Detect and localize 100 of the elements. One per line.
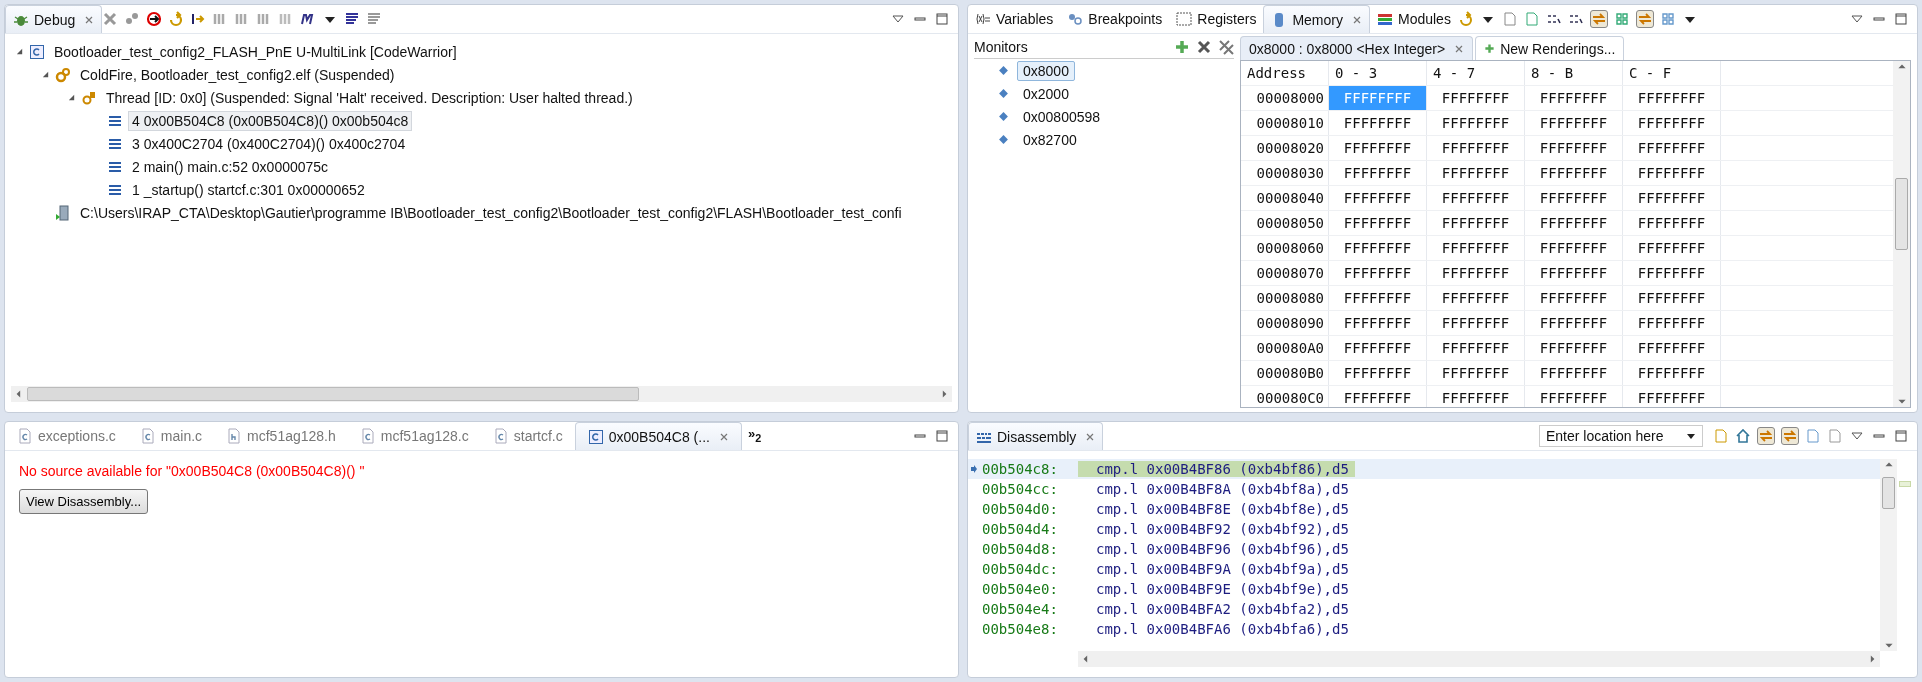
view-tab[interactable]: Memory [1263,5,1370,33]
memory-cell[interactable]: FFFFFFFF [1623,211,1721,235]
memory-cell[interactable]: FFFFFFFF [1623,361,1721,385]
memory-cell[interactable]: FFFFFFFF [1427,111,1525,135]
debug-tab[interactable]: Debug [5,5,103,33]
instruction-step-icon[interactable] [344,11,361,27]
column-header[interactable]: 4 - 7 [1427,61,1525,85]
memory-cell[interactable]: FFFFFFFF [1329,111,1427,135]
view-tab[interactable]: Breakpoints [1060,5,1170,33]
memory-cell[interactable]: FFFFFFFF [1329,361,1427,385]
columns-icon[interactable] [1613,11,1630,27]
monitor-item[interactable]: 0x00800598 [1017,106,1107,127]
swap-icon[interactable] [1635,10,1654,28]
remove-icon[interactable] [1196,39,1212,55]
memory-cell[interactable]: FFFFFFFF [1525,86,1623,110]
dropdown-caret-icon[interactable] [1686,431,1696,441]
address-cell[interactable]: 000080B0 [1241,361,1329,385]
memory-cell[interactable]: FFFFFFFF [1329,286,1427,310]
column-header[interactable]: 0 - 3 [1329,61,1427,85]
tree-item[interactable]: Thread [ID: 0x0] (Suspended: Signal 'Halt' received. Description: User halted thread.) [102,87,637,108]
editor-tab[interactable]: main.c [127,422,215,450]
disassembly-line[interactable]: 00b504d4: cmp.l 0x00B4BF92 (0xb4bf92),d5 [968,519,1880,539]
memory-cell[interactable]: FFFFFFFF [1623,286,1721,310]
monitor-item[interactable]: 0x2000 [1017,83,1075,104]
editor-tab[interactable]: mcf51ag128.h [214,422,348,450]
scroll-thumb[interactable] [1895,178,1908,250]
editor-tab[interactable]: startcf.c [480,422,575,450]
scroll-thumb[interactable] [27,387,639,401]
maximize-icon[interactable] [934,428,950,444]
memory-cell[interactable]: FFFFFFFF [1623,161,1721,185]
memory-cell[interactable]: FFFFFFFF [1525,161,1623,185]
memory-cell[interactable]: FFFFFFFF [1427,311,1525,335]
disassembly-line[interactable]: 00b504d8: cmp.l 0x00B4BF96 (0xb4bf96),d5 [968,539,1880,559]
close-icon[interactable] [1454,43,1465,54]
address-cell[interactable]: 00008030 [1241,161,1329,185]
memory-cell[interactable]: FFFFFFFF [1329,311,1427,335]
tree-item[interactable]: 3 0x400C2704 (0x400C2704)() 0x400c2704 [128,133,410,154]
expand-arrow-icon[interactable] [15,47,24,56]
column-header[interactable]: 8 - B [1525,61,1623,85]
step-icon[interactable] [190,11,207,27]
memory-cell[interactable]: FFFFFFFF [1525,236,1623,260]
layout-icon[interactable] [1659,11,1676,27]
disassembly-line[interactable]: 00b504e4: cmp.l 0x00B4BFA2 (0xb4bfa2),d5 [968,599,1880,619]
memory-cell[interactable]: FFFFFFFF [1427,136,1525,160]
memory-cell[interactable]: FFFFFFFF [1525,361,1623,385]
rendering-tab[interactable]: New Renderings... [1475,36,1625,60]
memory-cell[interactable]: FFFFFFFF [1427,186,1525,210]
monitor-item[interactable]: 0x82700 [1017,129,1083,150]
disassembly-tab[interactable]: Disassembly [968,422,1104,450]
memory-cell[interactable]: FFFFFFFF [1623,186,1721,210]
view-tab[interactable]: Variables [968,5,1061,33]
maximize-icon[interactable] [1893,428,1909,444]
column-header[interactable]: C - F [1623,61,1721,85]
editor-tab[interactable]: 0x00B504C8 (... [574,422,742,450]
memory-cell[interactable]: FFFFFFFF [1427,286,1525,310]
memory-cell[interactable]: FFFFFFFF [1623,111,1721,135]
address-cell[interactable]: 000080A0 [1241,336,1329,360]
memory-cell[interactable]: FFFFFFFF [1427,386,1525,407]
address-cell[interactable]: 00008090 [1241,311,1329,335]
close-icon[interactable] [84,14,95,25]
memory-cell[interactable]: FFFFFFFF [1623,261,1721,285]
memory-cell[interactable]: FFFFFFFF [1427,161,1525,185]
memory-cell[interactable]: FFFFFFFF [1525,286,1623,310]
address-cell[interactable]: 00008020 [1241,136,1329,160]
tree-item[interactable]: C:\Users\IRAP_CTA\Desktop\Gautier\programme IB\Bootloader_test_config2\Bootloader_test_config2\FLASH\Bootloader_test_confi [76,202,906,223]
disassembly-line[interactable]: 00b504d0: cmp.l 0x00B4BF8E (0xb4bf8e),d5 [968,499,1880,519]
tree-item[interactable]: Bootloader_test_config2_FLASH_PnE U-MultiLink [CodeWarrior] [50,41,461,62]
close-icon[interactable] [1351,14,1362,25]
add-icon[interactable] [1174,39,1190,55]
vertical-scrollbar[interactable] [1880,459,1897,651]
close-icon[interactable] [1085,431,1096,442]
vertical-scrollbar[interactable] [1893,61,1910,407]
stop-icon[interactable] [146,11,163,27]
memory-cell[interactable]: FFFFFFFF [1623,86,1721,110]
rendering-tab[interactable]: 0x8000 : 0x8000 <Hex Integer> [1240,36,1474,60]
memory-cell[interactable]: FFFFFFFF [1329,161,1427,185]
memory-cell[interactable]: FFFFFFFF [1329,336,1427,360]
memory-cell[interactable]: FFFFFFFF [1329,211,1427,235]
tree-item[interactable]: ColdFire, Bootloader_test_config2.elf (Suspended) [76,64,399,85]
memory-cell[interactable]: FFFFFFFF [1525,311,1623,335]
maximize-icon[interactable] [1893,11,1909,27]
disassembly-line[interactable]: 00b504e0: cmp.l 0x00B4BF9E (0xb4bf9e),d5 [968,579,1880,599]
address-cell[interactable]: 00008080 [1241,286,1329,310]
memory-cell[interactable]: FFFFFFFF [1329,186,1427,210]
address-cell[interactable]: 00008060 [1241,236,1329,260]
address-cell[interactable]: 00008070 [1241,261,1329,285]
view-tab[interactable]: Modules [1369,5,1458,33]
memory-cell[interactable]: FFFFFFFF [1525,386,1623,407]
location-field[interactable]: Enter location here [1539,425,1703,447]
restart-icon[interactable] [168,11,185,27]
memory-cell[interactable]: FFFFFFFF [1427,361,1525,385]
address-cell[interactable]: 00008010 [1241,111,1329,135]
memory-cell[interactable]: FFFFFFFF [1525,211,1623,235]
memory-cell[interactable]: FFFFFFFF [1525,261,1623,285]
scroll-thumb[interactable] [1882,477,1895,509]
monitor-item[interactable]: 0x8000 [1017,60,1075,81]
memory-cell[interactable]: FFFFFFFF [1427,261,1525,285]
disassembly-line[interactable]: 00b504e8: cmp.l 0x00B4BFA6 (0xb4bfa6),d5 [968,619,1880,639]
memory-cell[interactable]: FFFFFFFF [1623,386,1721,407]
remove-all-icon[interactable] [1218,39,1234,55]
